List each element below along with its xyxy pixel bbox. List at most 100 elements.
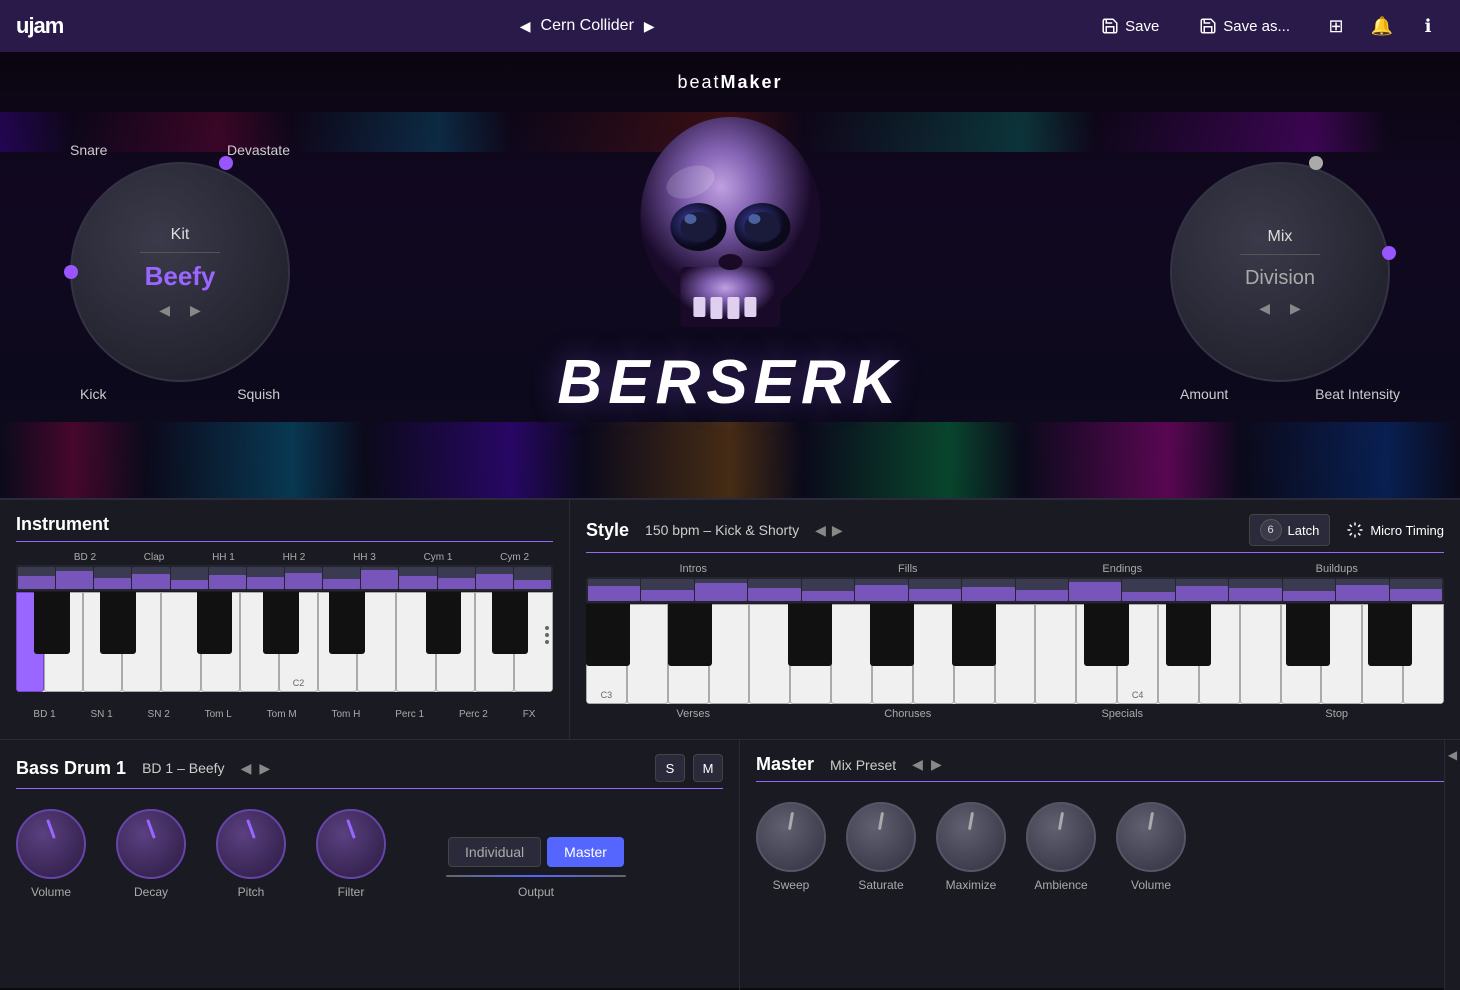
style-nav-arrows: ◀ ▶ [815, 522, 843, 539]
kit-next-arrow[interactable]: ▶ [190, 302, 201, 319]
maximize-knob[interactable] [936, 802, 1006, 872]
scroll-arrow-right[interactable]: ◀ [1448, 748, 1457, 762]
bd-nav: ◀ ▶ [241, 760, 271, 777]
master-prev-arrow[interactable]: ◀ [912, 756, 923, 773]
save-button[interactable]: Save [1091, 13, 1169, 39]
decay-knob[interactable] [116, 809, 186, 879]
track-label-clap: Clap [144, 552, 165, 563]
filter-knob-wrapper: Filter [316, 809, 386, 899]
cat-choruses: Choruses [801, 708, 1016, 720]
c2-label: C2 [293, 678, 305, 688]
kick-label: Kick [80, 386, 106, 402]
mix-prev-arrow[interactable]: ◀ [1259, 300, 1270, 317]
kit-prev-arrow[interactable]: ◀ [159, 302, 170, 319]
master-volume-knob[interactable] [1116, 802, 1186, 872]
cat-endings: Endings [1015, 563, 1230, 575]
save-as-button[interactable]: Save as... [1189, 13, 1300, 39]
beatmaker-bold: Maker [721, 72, 783, 92]
save-icon [1101, 17, 1119, 35]
style-divider [586, 552, 1444, 553]
cat-fills: Fills [801, 563, 1016, 575]
bd-prev-arrow[interactable]: ◀ [241, 760, 252, 777]
bd-next-arrow[interactable]: ▶ [259, 760, 270, 777]
sweep-knob-wrapper: Sweep [756, 802, 826, 892]
instrument-piano[interactable]: C2 [16, 565, 553, 705]
right-scroll[interactable]: ◀ [1444, 740, 1460, 990]
sweep-knob[interactable] [756, 802, 826, 872]
master-next-arrow[interactable]: ▶ [931, 756, 942, 773]
saturate-label: Saturate [858, 878, 903, 892]
info-button[interactable]: ℹ [1412, 10, 1444, 42]
output-label: Output [518, 885, 554, 899]
pitch-knob-wrapper: Pitch [216, 809, 286, 899]
kit-knob-dot-left [64, 265, 78, 279]
filter-knob[interactable] [316, 809, 386, 879]
pitch-label: Pitch [238, 885, 265, 899]
mix-knob-dot-right [1382, 246, 1396, 260]
mix-knob-area: Mix Division ◀ ▶ Amount Beat Intensity [1160, 142, 1400, 402]
latch-button[interactable]: 6 Latch [1249, 514, 1331, 546]
amount-label: Amount [1180, 386, 1228, 402]
master-volume-label: Volume [1131, 878, 1171, 892]
expand-button[interactable]: ⊞ [1320, 10, 1352, 42]
mix-divider [1240, 254, 1320, 255]
bd-knobs-row: Volume Decay Pitch Filter Indivi [16, 809, 723, 899]
top-bar: ujam ◀ Cern Collider ▶ Save Save as... ⊞… [0, 0, 1460, 52]
style-header: Style 150 bpm – Kick & Shorty ◀ ▶ 6 Latc… [586, 514, 1444, 546]
volume-knob[interactable] [16, 809, 86, 879]
top-bar-right: ⊞ 🔔 ℹ [1320, 10, 1444, 42]
track-label-hh1: HH 1 [212, 552, 235, 563]
mix-arrows: ◀ ▶ [1259, 300, 1301, 317]
decay-knob-wrapper: Decay [116, 809, 186, 899]
style-categories-top: Intros Fills Endings Buildups [586, 563, 1444, 575]
main-visual: Snare Devastate Kit Beefy ◀ ▶ Kick Squis… [0, 52, 1460, 502]
panel-row-bottom: Bass Drum 1 BD 1 – Beefy ◀ ▶ S M Volume [0, 740, 1460, 990]
mix-next-arrow[interactable]: ▶ [1290, 300, 1301, 317]
preset-prev-button[interactable]: ◀ [520, 18, 531, 35]
master-divider [756, 781, 1444, 782]
piano-white-keys[interactable]: C2 [16, 592, 553, 692]
inst-fx: FX [523, 709, 536, 720]
master-button[interactable]: Master [547, 837, 624, 867]
ambience-knob[interactable] [1026, 802, 1096, 872]
volume-knob-wrapper: Volume [16, 809, 86, 899]
master-volume-knob-wrapper: Volume [1116, 802, 1186, 892]
inst-tomm: Tom M [267, 709, 297, 720]
bd-header: Bass Drum 1 BD 1 – Beefy ◀ ▶ S M [16, 754, 723, 782]
instrument-section: Instrument BD 2 Clap HH 1 HH 2 HH 3 Cym … [0, 500, 570, 739]
scroll-dots [545, 626, 549, 644]
track-label-cym1: Cym 1 [424, 552, 453, 563]
solo-button[interactable]: S [655, 754, 685, 782]
inst-toml: Tom L [205, 709, 232, 720]
preset-nav: ◀ Cern Collider ▶ [103, 17, 1071, 35]
notifications-button[interactable]: 🔔 [1366, 10, 1398, 42]
preset-next-button[interactable]: ▶ [644, 18, 655, 35]
inst-perc2: Perc 2 [459, 709, 488, 720]
mix-label: Mix [1268, 228, 1293, 246]
saturate-knob[interactable] [846, 802, 916, 872]
mix-sub-value: Division [1245, 267, 1315, 290]
mute-button[interactable]: M [693, 754, 723, 782]
beatmaker-label: beatMaker [677, 72, 782, 93]
pitch-knob[interactable] [216, 809, 286, 879]
saturate-knob-wrapper: Saturate [846, 802, 916, 892]
inst-bd1: BD 1 [33, 709, 55, 720]
style-next-arrow[interactable]: ▶ [832, 522, 843, 539]
micro-timing-button[interactable]: Micro Timing [1346, 521, 1444, 539]
style-piano[interactable]: C3 C4 [586, 604, 1444, 704]
master-knobs-row: Sweep Saturate Maximize Ambience Volume [756, 802, 1444, 892]
bottom-panel: Instrument BD 2 Clap HH 1 HH 2 HH 3 Cym … [0, 498, 1460, 988]
style-velocity-bars [586, 577, 1444, 603]
style-title: Style [586, 520, 629, 541]
individual-button[interactable]: Individual [448, 837, 541, 867]
mix-knob[interactable]: Mix Division ◀ ▶ [1170, 162, 1390, 382]
filter-label: Filter [338, 885, 365, 899]
ambience-label: Ambience [1034, 878, 1087, 892]
velocity-bars [16, 565, 553, 591]
style-prev-arrow[interactable]: ◀ [815, 522, 826, 539]
maximize-knob-wrapper: Maximize [936, 802, 1006, 892]
connection-line [446, 875, 626, 877]
kit-divider [140, 252, 220, 253]
c4-label: C4 [1132, 690, 1144, 700]
kit-knob[interactable]: Kit Beefy ◀ ▶ [70, 162, 290, 382]
